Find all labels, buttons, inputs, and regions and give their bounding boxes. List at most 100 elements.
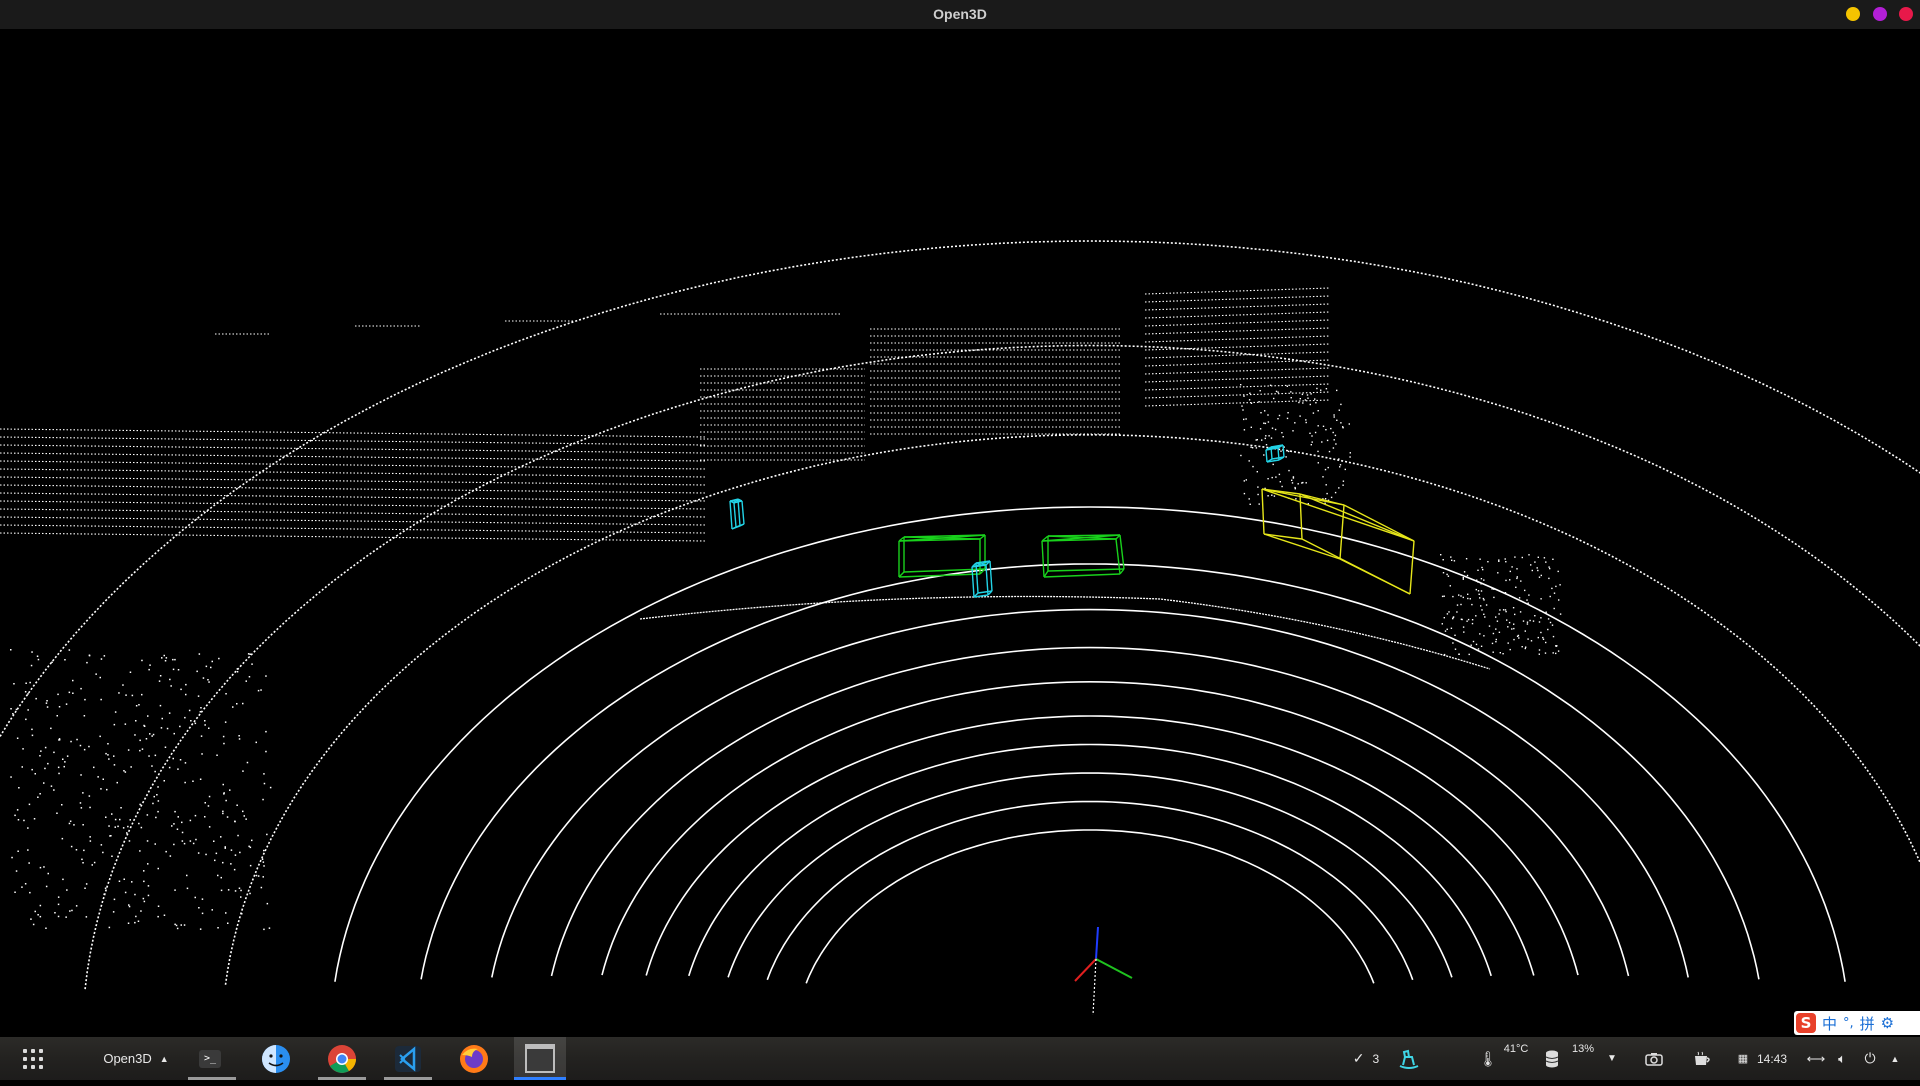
point <box>1271 437 1272 438</box>
point <box>114 899 116 901</box>
point <box>40 916 42 918</box>
point <box>1336 390 1337 391</box>
point <box>108 825 110 827</box>
point <box>125 723 127 725</box>
point <box>212 909 214 911</box>
point <box>143 870 145 872</box>
caret-up-icon: ▲ <box>160 1054 169 1064</box>
point <box>143 725 145 727</box>
point <box>262 859 264 861</box>
disk-usage-indicator[interactable]: 13% <box>1566 1037 1600 1086</box>
tasks-indicator[interactable]: ✓ 3 <box>1346 1037 1386 1080</box>
window-titlebar[interactable]: Open3D <box>0 0 1920 30</box>
point <box>1545 642 1546 643</box>
point <box>1302 402 1303 403</box>
camera-icon[interactable] <box>1640 1037 1668 1080</box>
point <box>86 883 88 885</box>
point <box>1258 401 1259 402</box>
point <box>1249 498 1250 499</box>
point <box>227 816 229 818</box>
finder-icon[interactable] <box>254 1037 298 1080</box>
point <box>107 754 109 756</box>
caret-up-icon[interactable]: ▲ <box>1886 1037 1904 1080</box>
point <box>173 669 175 671</box>
ime-mode[interactable]: 中 <box>1822 1013 1837 1034</box>
temperature-value: 41°C <box>1504 1043 1529 1055</box>
rocking-horse-icon[interactable] <box>1394 1037 1424 1080</box>
point <box>1245 418 1246 419</box>
point <box>263 876 265 878</box>
point <box>1514 556 1515 557</box>
clock[interactable]: 14:43 <box>1752 1037 1792 1080</box>
minimize-button[interactable] <box>1846 7 1860 21</box>
point <box>105 753 107 755</box>
maximize-button[interactable] <box>1873 7 1887 21</box>
point <box>1335 492 1336 493</box>
point <box>37 797 39 799</box>
ime-punctuation[interactable]: °, <box>1843 1016 1854 1031</box>
point <box>263 865 265 867</box>
point <box>1244 480 1245 481</box>
point <box>72 680 74 682</box>
point <box>130 819 132 821</box>
point <box>43 866 45 868</box>
firefox-icon[interactable] <box>452 1037 496 1080</box>
point <box>101 658 103 660</box>
power-icon[interactable]: ⏻ <box>1860 1037 1880 1080</box>
point <box>242 770 244 772</box>
point <box>73 824 75 826</box>
point <box>1477 570 1478 571</box>
point <box>244 815 246 817</box>
point <box>136 705 138 707</box>
ime-toolbar[interactable]: S 中 °, 拼 ⚙ <box>1794 1011 1920 1035</box>
point <box>1326 484 1327 485</box>
point <box>1334 439 1335 440</box>
point <box>1302 394 1303 395</box>
vscode-icon[interactable] <box>386 1037 430 1080</box>
point <box>1311 444 1312 445</box>
point <box>100 699 102 701</box>
coffee-cup-icon[interactable] <box>1688 1037 1716 1080</box>
volume-icon[interactable]: 🔈︎ <box>1832 1037 1852 1080</box>
chrome-icon[interactable] <box>320 1037 364 1080</box>
gear-icon[interactable]: ⚙ <box>1881 1014 1894 1032</box>
temperature-indicator[interactable]: 41°C <box>1498 1037 1534 1086</box>
point <box>1513 639 1514 640</box>
point <box>1243 419 1244 420</box>
point <box>221 890 223 892</box>
point <box>10 708 12 710</box>
terminal-icon[interactable]: >_ <box>188 1037 232 1080</box>
chevron-down-icon[interactable]: ▼ <box>1604 1037 1620 1080</box>
point <box>65 916 67 918</box>
point <box>212 661 214 663</box>
point <box>1556 645 1557 646</box>
open3d-window-icon[interactable] <box>514 1037 566 1080</box>
point <box>245 818 247 820</box>
ime-pinyin[interactable]: 拼 <box>1860 1013 1875 1034</box>
point-cloud-canvas[interactable] <box>0 29 1920 1037</box>
network-icon[interactable]: ⟷ <box>1806 1037 1826 1080</box>
ground-ring <box>226 435 1920 985</box>
point <box>29 682 31 684</box>
point <box>1545 652 1546 653</box>
point <box>61 804 63 806</box>
app-grid-icon[interactable] <box>18 1037 48 1080</box>
point <box>1263 454 1264 455</box>
point <box>64 761 66 763</box>
point <box>10 776 12 778</box>
active-app-menu[interactable]: Open3D ▲ <box>96 1037 176 1080</box>
point <box>1522 557 1523 558</box>
point <box>1280 451 1281 452</box>
point <box>1505 611 1506 612</box>
point <box>1447 629 1448 630</box>
point <box>1243 396 1244 397</box>
point <box>1314 398 1315 399</box>
point-cloud-viewport[interactable] <box>0 29 1920 1037</box>
close-button[interactable] <box>1899 7 1913 21</box>
point <box>172 659 174 661</box>
point <box>97 776 99 778</box>
point <box>1458 594 1459 595</box>
point <box>56 813 58 815</box>
point <box>1479 597 1480 598</box>
point <box>93 767 95 769</box>
